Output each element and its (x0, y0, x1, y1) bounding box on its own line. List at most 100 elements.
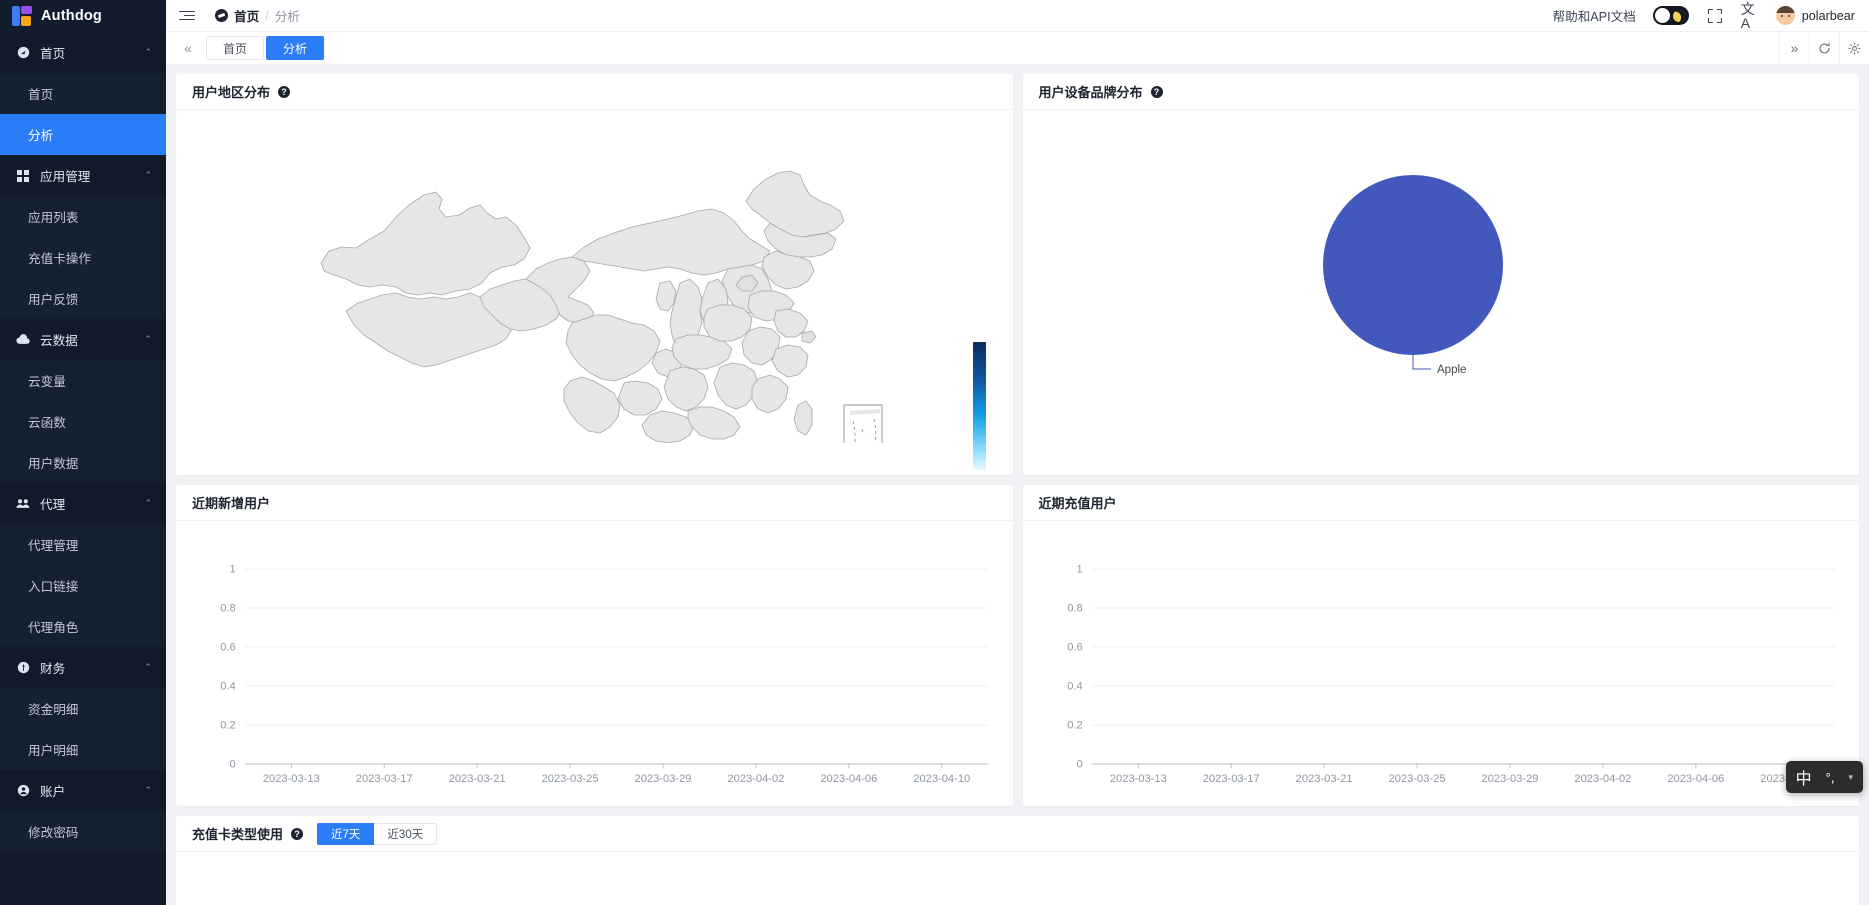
x-tick-label: 2023-04-06 (1667, 773, 1724, 785)
brand-logo[interactable]: Authdog (0, 0, 166, 32)
y-tick-label: 0.2 (1067, 720, 1082, 732)
chevron-down-icon[interactable]: ▾ (1848, 772, 1853, 783)
range-option-2[interactable]: 近30天 (374, 823, 437, 845)
chevron-double-left-icon[interactable]: « (176, 40, 200, 56)
x-tick-label: 2023-03-25 (1388, 773, 1445, 785)
card-header: 充值卡类型使用 ? 近7天近30天 (176, 816, 1859, 852)
sidebar-item-2-3[interactable]: 用户反馈 (0, 278, 166, 319)
chevron-up-icon[interactable]: ⌃ (144, 785, 152, 796)
breadcrumb-home[interactable]: 首页 (234, 6, 259, 25)
ime-punctuation-toggle[interactable]: °, (1826, 770, 1835, 785)
sidebar-group-1[interactable]: 首页⌃ (0, 32, 166, 73)
translate-icon[interactable]: 文A (1741, 7, 1759, 25)
card-header: 近期充值用户 (1023, 485, 1860, 521)
chevron-up-icon[interactable]: ⌃ (144, 498, 152, 509)
card-header: 近期新增用户 (176, 485, 1013, 521)
recharge-users-line-chart[interactable]: 00.20.40.60.812023-03-132023-03-172023-0… (1023, 521, 1860, 806)
sidebar-nav: 首页⌃首页分析应用管理⌃应用列表充值卡操作用户反馈云数据⌃云变量云函数用户数据代… (0, 32, 166, 905)
tab-bar-actions: » (1779, 32, 1869, 65)
y-tick-label: 0.8 (1067, 603, 1082, 615)
card-title: 近期新增用户 (192, 493, 270, 512)
range-option-1[interactable]: 近7天 (317, 823, 374, 845)
card-type-usage-chart[interactable] (176, 852, 1859, 905)
sidebar-item-2-2[interactable]: 充值卡操作 (0, 237, 166, 278)
new-users-line-chart[interactable]: 00.20.40.60.812023-03-132023-03-172023-0… (176, 521, 1013, 806)
question-circle-icon[interactable]: ? (1151, 86, 1163, 98)
fullscreen-icon[interactable] (1706, 7, 1724, 25)
question-circle-icon[interactable]: ? (278, 86, 290, 98)
sidebar-group-label: 应用管理 (40, 166, 134, 185)
sidebar-item-5-1[interactable]: 资金明细 (0, 688, 166, 729)
sidebar: Authdog 首页⌃首页分析应用管理 ⌃ 应用列表充值卡操作用户反馈云数据 ⌃ 云变量… (0, 0, 166, 905)
sidebar-item-1-2[interactable]: 分析 (0, 114, 166, 155)
x-tick-label: 2023-04-02 (1574, 773, 1631, 785)
y-tick-label: 1 (230, 564, 236, 576)
sidebar-group-2[interactable]: 应用管理 ⌃ (0, 155, 166, 196)
account-icon (16, 784, 30, 798)
device-brand-pie-chart[interactable]: Apple (1023, 110, 1860, 475)
dark-mode-toggle[interactable] (1653, 6, 1689, 25)
card-user-region-distribution: 用户地区分布 ? (176, 74, 1013, 475)
breadcrumb: 首页 / 分析 (215, 6, 300, 25)
main-area: 首页 / 分析 帮助和API文档 文A po (166, 0, 1869, 905)
chevron-up-icon[interactable]: ⌃ (144, 170, 152, 181)
sidebar-item-5-2[interactable]: 用户明细 (0, 729, 166, 770)
ime-mode-chinese[interactable]: 中 (1796, 765, 1812, 789)
y-tick-label: 1 (1076, 564, 1082, 576)
moon-icon (1671, 7, 1688, 24)
recharge-users-svg: 00.20.40.60.812023-03-132023-03-172023-0… (1023, 521, 1860, 806)
y-tick-label: 0.8 (220, 603, 235, 615)
x-tick-label: 2023-03-13 (263, 773, 320, 785)
sidebar-item-6-1[interactable]: 修改密码 (0, 811, 166, 852)
charts-row-2: 近期新增用户 00.20.40.60.812023-03-132023-03-1… (176, 485, 1859, 806)
card-title: 近期充值用户 (1039, 493, 1117, 512)
chevron-double-right-icon[interactable]: » (1779, 32, 1809, 65)
user-menu[interactable]: polarbear (1776, 6, 1855, 25)
username-label: polarbear (1802, 9, 1855, 23)
sidebar-group-4[interactable]: 代理⌃ (0, 483, 166, 524)
chevron-up-icon[interactable]: ⌃ (144, 334, 152, 345)
sidebar-item-3-3[interactable]: 用户数据 (0, 442, 166, 483)
refresh-icon[interactable] (1809, 32, 1839, 65)
sidebar-group-3[interactable]: 云数据 ⌃ (0, 319, 166, 360)
sidebar-item-2-1[interactable]: 应用列表 (0, 196, 166, 237)
sidebar-item-3-1[interactable]: 云变量 (0, 360, 166, 401)
help-api-doc-link[interactable]: 帮助和API文档 (1553, 6, 1636, 25)
x-tick-label: 2023-03-17 (356, 773, 413, 785)
chevron-up-icon[interactable]: ⌃ (144, 662, 152, 673)
hamburger-icon[interactable] (179, 7, 197, 25)
sidebar-item-1-1[interactable]: 首页 (0, 73, 166, 114)
sidebar-submenu: 云变量云函数用户数据 (0, 360, 166, 483)
card-title: 用户设备品牌分布 (1039, 82, 1143, 101)
sidebar-group-label: 云数据 (40, 330, 134, 349)
dashboard-content: 用户地区分布 ? (166, 65, 1869, 905)
y-tick-label: 0.4 (220, 681, 235, 693)
sidebar-item-4-3[interactable]: 代理角色 (0, 606, 166, 647)
breadcrumb-current: 分析 (275, 6, 300, 25)
south-china-sea-inset (844, 405, 882, 443)
tab-1[interactable]: 首页 (206, 36, 264, 60)
question-circle-icon[interactable]: ? (291, 828, 303, 840)
chevron-up-icon[interactable]: ⌃ (144, 47, 152, 58)
dashboard-icon (16, 46, 30, 60)
tab-2[interactable]: 分析 (266, 36, 324, 60)
card-recent-new-users: 近期新增用户 00.20.40.60.812023-03-132023-03-1… (176, 485, 1013, 806)
sidebar-group-5[interactable]: 财务⌃ (0, 647, 166, 688)
x-tick-label: 2023-03-21 (449, 773, 506, 785)
ime-floating-bar[interactable]: 中 °, ▾ (1786, 761, 1863, 793)
agents-icon (16, 497, 30, 511)
card-recent-recharge-users: 近期充值用户 00.20.40.60.812023-03-132023-03-1… (1023, 485, 1860, 806)
sidebar-item-3-2[interactable]: 云函数 (0, 401, 166, 442)
pie-svg: Apple (1231, 143, 1651, 443)
sidebar-group-6[interactable]: 账户⌃ (0, 770, 166, 811)
china-map-chart[interactable] (176, 110, 1013, 475)
card-device-brand-distribution: 用户设备品牌分布 ? Apple (1023, 74, 1860, 475)
x-tick-label: 2023-04-02 (727, 773, 784, 785)
gear-icon[interactable] (1839, 32, 1869, 65)
charts-row-3: 充值卡类型使用 ? 近7天近30天 (176, 816, 1859, 905)
translate-glyph: 文A (1741, 2, 1759, 30)
x-tick-label: 2023-03-29 (635, 773, 692, 785)
top-header-actions: 帮助和API文档 文A polarbear (1553, 6, 1856, 25)
sidebar-item-4-1[interactable]: 代理管理 (0, 524, 166, 565)
sidebar-item-4-2[interactable]: 入口链接 (0, 565, 166, 606)
